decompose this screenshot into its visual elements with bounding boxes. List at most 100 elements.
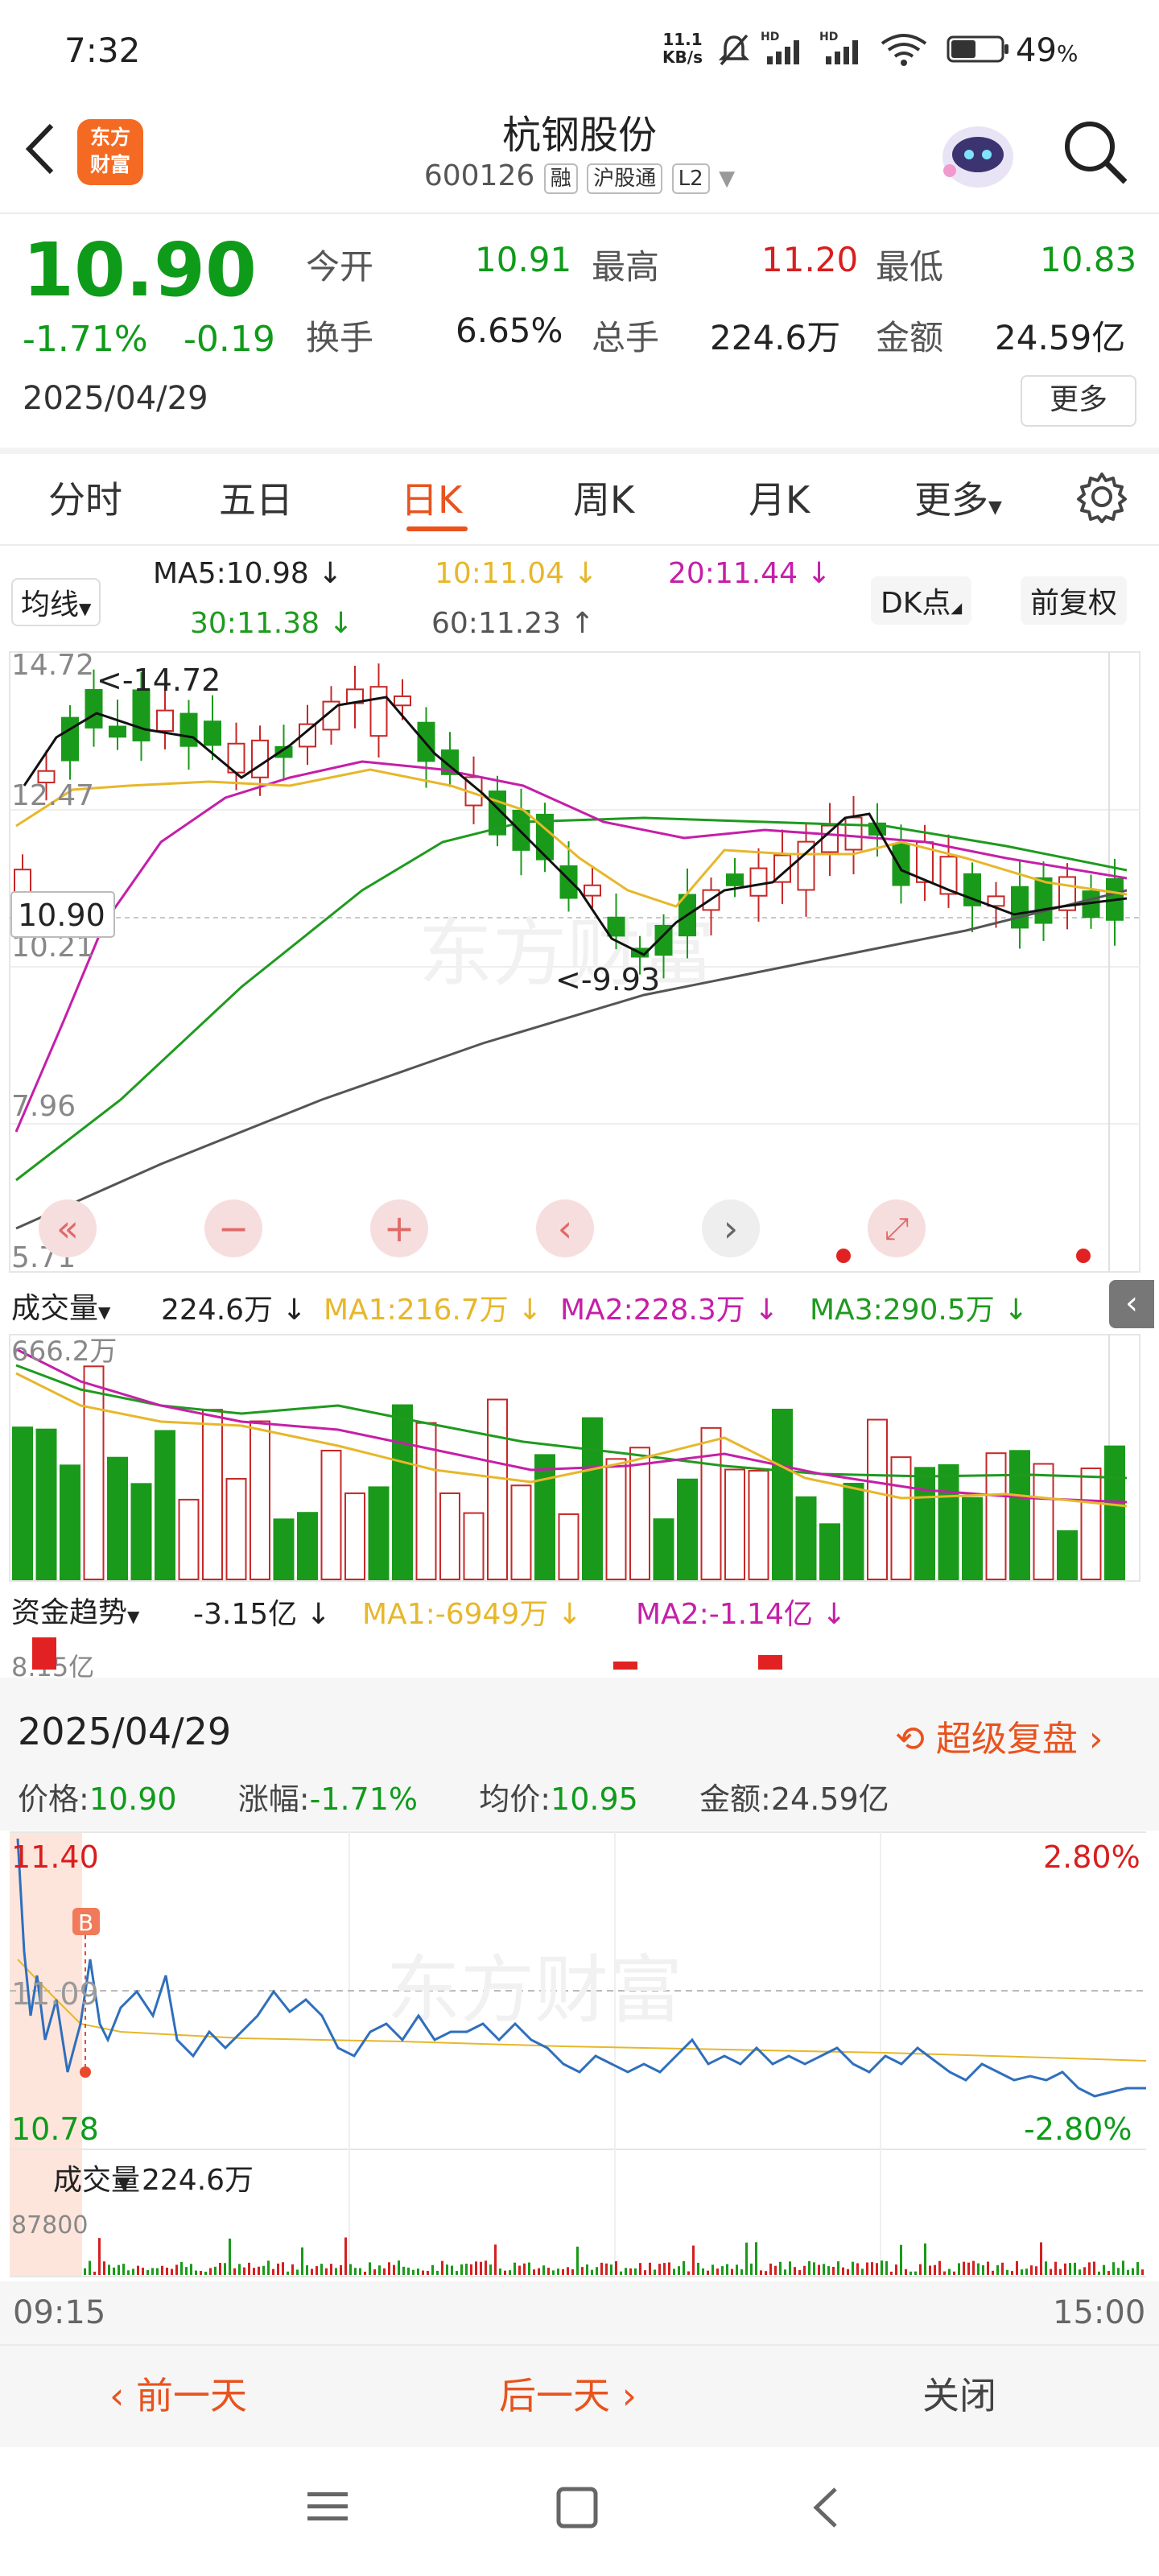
intraday-volume-bar [171,2268,173,2275]
tab-daily-k[interactable]: 日K [401,471,462,524]
volume-bar [914,1467,935,1580]
more-button[interactable]: 更多 [1021,375,1136,427]
candlestick [274,724,293,779]
intraday-volume-bar [398,2260,400,2275]
intraday-volume-bar [576,2246,579,2275]
high-label: 最高 [592,247,660,287]
intraday-volume-bar [948,2268,951,2275]
fund-indicator-selector[interactable]: 资金趋势▼ [11,1589,140,1631]
wifi-icon [881,34,927,66]
intraday-volume-bar [716,2268,719,2275]
kline-chart[interactable]: 东方财富 <-14.72 <-9.93 14.72 12.47 10.21 7.… [0,649,1159,1277]
volume-bar [867,1418,888,1580]
scroll-left-button[interactable]: ‹ [536,1199,594,1257]
intraday-volume-bar [914,2271,917,2275]
intraday-volume-bar [291,2264,294,2275]
time-start: 09:15 [13,2294,106,2331]
intraday-volume-bar [605,2263,608,2275]
zoom-in-button[interactable]: + [370,1199,428,1257]
indicator-selector[interactable]: 均线▼ [11,578,101,626]
open-value: 10.91 [475,240,572,279]
chevron-right-icon: › [1088,1719,1103,1760]
battery-unit: % [1056,40,1079,67]
zoom-out-button[interactable]: − [204,1199,262,1257]
chevron-right-icon: › [610,2374,637,2417]
candlestick [1058,863,1076,930]
tab-more[interactable]: 更多▼ [914,471,1002,524]
intraday-volume-bar [562,2268,564,2275]
side-collapse-button[interactable]: ‹ [1109,1280,1154,1328]
fund-indicator-label: 资金趋势 [11,1596,128,1629]
current-price-tag: 10.90 [18,898,105,933]
scroll-fast-back-button[interactable]: « [39,1199,97,1257]
menu-icon[interactable] [306,2489,349,2524]
review-amount: 24.59亿 [770,1781,889,1817]
time-end: 15:00 [1053,2294,1146,2331]
tab-weekly-k[interactable]: 周K [573,471,634,524]
super-review-label: 超级复盘 [935,1719,1078,1760]
candlestick [109,700,126,750]
intraday-volume-bar [1098,2271,1100,2275]
intraday-volume-bar [195,2270,197,2275]
volume-axis-top: 666.2万 [11,1335,117,1368]
volume-bar [582,1417,603,1580]
robot-assistant-icon[interactable] [934,113,1022,193]
low-value: 10.83 [1040,240,1137,279]
intraday-volume-bar [465,2264,468,2275]
volume-ma2-line [15,1348,1128,1504]
intraday-volume-bar [214,2266,217,2275]
intraday-volume-selector-box[interactable]: ▼ [11,2162,137,2202]
volume-bar [83,1365,105,1581]
volume-bar [653,1518,674,1580]
search-icon[interactable] [1059,116,1132,188]
intraday-volume-bar [417,2268,419,2275]
intraday-volume-bar [509,2270,511,2275]
intraday-volume-bar [499,2268,501,2275]
volume-bar [225,1478,247,1580]
tab-intraday[interactable]: 分时 [48,471,122,524]
home-icon[interactable] [555,2486,599,2529]
intraday-volume-bar [538,2268,540,2275]
intraday-volume-bar [1083,2267,1086,2275]
intraday-volume-bar [1117,2268,1120,2275]
volume-bar [534,1454,555,1580]
intraday-volume-bar [209,2268,212,2275]
dk-point-toggle[interactable]: DK点◢ [871,576,972,625]
svg-text:HD: HD [761,31,779,43]
intraday-volume-bar [243,2267,245,2275]
candlestick [916,824,934,902]
fullscreen-icon[interactable]: ⤢ [868,1199,926,1257]
chevron-down-icon: ▼ [98,1302,111,1322]
volume-indicator-selector[interactable]: 成交量▼ [11,1285,111,1327]
intraday-volume-bar [919,2264,922,2275]
back-nav-icon[interactable] [810,2486,842,2529]
tab-five-day[interactable]: 五日 [219,471,293,524]
prev-day-button[interactable]: ‹ 前一天 [109,2367,247,2420]
review-pct-label: 涨幅: [237,1781,310,1817]
intraday-volume-bar [789,2261,791,2275]
settings-gear-icon[interactable] [1075,470,1128,523]
candlestick [1034,861,1053,941]
next-day-button[interactable]: 后一天 › [499,2367,637,2420]
intraday-volume-bar [441,2260,443,2275]
scroll-right-button[interactable]: › [702,1199,760,1257]
intraday-volume-bar [1136,2262,1139,2275]
intraday-volume-bar [272,2268,274,2275]
intraday-volume-bar [832,2266,835,2275]
signal-icon-2: HD [819,31,858,64]
intraday-volume-bar [1054,2261,1057,2275]
intraday-volume-bar [634,2268,637,2275]
intraday-volume-bar [542,2265,545,2275]
close-button[interactable]: 关闭 [922,2367,996,2420]
tab-monthly-k[interactable]: 月K [749,471,810,524]
intraday-volume-bar [407,2267,410,2275]
adjust-selector[interactable]: 前复权 [1021,576,1128,625]
volume-bar [392,1404,413,1581]
super-review-link[interactable]: ⟲ 超级复盘 › [895,1710,1103,1761]
volume-chart: 666.2万 [9,1334,1140,1582]
chevron-down-icon: ▼ [719,167,736,191]
intraday-volume-bar [494,2244,497,2275]
intraday-volume-value: 224.6万 [142,2164,254,2197]
intraday-volume-bar [258,2266,260,2275]
intraday-volume-bar [383,2268,386,2275]
